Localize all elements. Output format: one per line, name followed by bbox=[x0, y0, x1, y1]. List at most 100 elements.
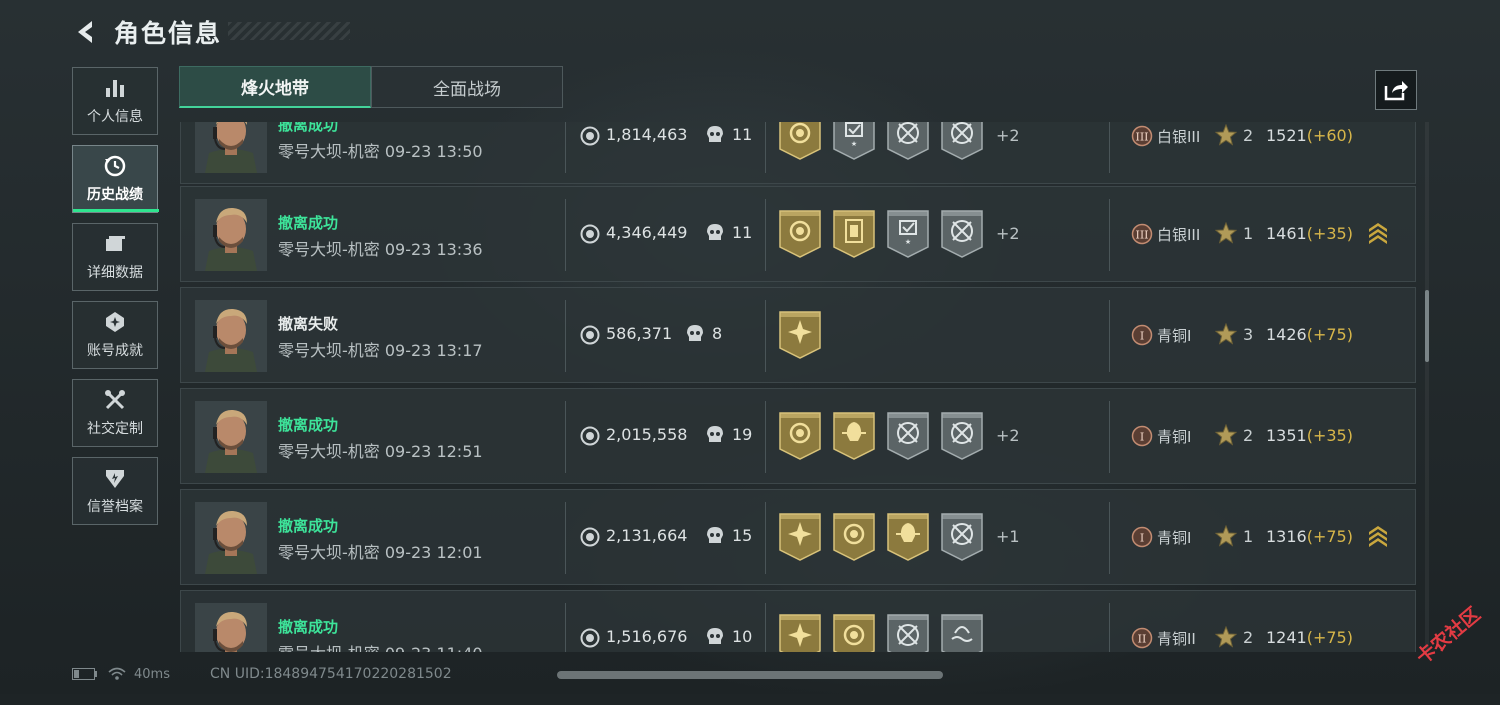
tab-battle-zone[interactable]: 烽火地带 bbox=[179, 66, 371, 108]
achievement-icon bbox=[106, 312, 124, 332]
more-medals-count[interactable]: +2 bbox=[996, 224, 1020, 243]
match-value: 586,371 bbox=[606, 324, 673, 343]
rank-label: 白银III bbox=[1157, 128, 1201, 146]
shield-badge-icon bbox=[106, 470, 124, 488]
rank-icon: III bbox=[1131, 125, 1153, 147]
rank-score: 1241(+75) bbox=[1266, 628, 1353, 647]
star-icon bbox=[1214, 625, 1238, 648]
sidebar-item-personal-info[interactable]: 个人信息 bbox=[72, 67, 158, 135]
medal-gold-circle-icon[interactable] bbox=[778, 411, 822, 461]
match-row[interactable]: 撤离失败 零号大坝-机密 09-23 13:17 586,371 8 I 青铜I 3 1426… bbox=[180, 287, 1416, 383]
match-value: 4,346,449 bbox=[606, 223, 688, 242]
medal-grey-target-icon[interactable] bbox=[886, 411, 930, 461]
battery-icon bbox=[72, 668, 97, 680]
skull-icon bbox=[706, 223, 724, 243]
medal-gold-circle-icon[interactable] bbox=[832, 512, 876, 562]
medal-gold-sun-icon[interactable] bbox=[778, 613, 822, 652]
more-medals-count[interactable]: +1 bbox=[996, 527, 1020, 546]
more-medals-count[interactable]: +2 bbox=[996, 426, 1020, 445]
score-value: 1316 bbox=[1266, 527, 1307, 546]
medal-grey-target-icon[interactable] bbox=[940, 209, 984, 259]
medal-gold-circle-icon[interactable] bbox=[778, 209, 822, 259]
score-delta: (+75) bbox=[1306, 628, 1353, 647]
match-map-time: 零号大坝-机密 09-23 11:40 bbox=[278, 640, 483, 652]
svg-text:I: I bbox=[1140, 330, 1144, 343]
divider bbox=[765, 502, 766, 574]
match-kills: 8 bbox=[712, 324, 723, 343]
divider bbox=[765, 300, 766, 372]
skull-icon bbox=[706, 125, 724, 145]
star-icon bbox=[1214, 123, 1238, 146]
back-arrow-icon[interactable] bbox=[72, 18, 100, 46]
more-medals-count[interactable]: +2 bbox=[996, 126, 1020, 145]
medal-gold-sun-icon[interactable] bbox=[778, 310, 822, 360]
cards-icon bbox=[106, 236, 125, 251]
svg-text:III: III bbox=[1135, 131, 1148, 144]
medal-gold-card-icon[interactable] bbox=[832, 209, 876, 259]
match-row[interactable]: 撤离成功 零号大坝-机密 09-23 13:50 1,814,463 11 ★ +2 III… bbox=[180, 122, 1416, 184]
match-result: 撤离失败 bbox=[278, 315, 339, 333]
svg-text:III: III bbox=[1135, 229, 1148, 242]
match-result: 撤离成功 bbox=[278, 416, 339, 434]
score-delta: (+35) bbox=[1306, 224, 1353, 243]
rank-label: 青铜I bbox=[1157, 529, 1192, 547]
rank-score: 1351(+35) bbox=[1266, 426, 1353, 445]
match-row[interactable]: 撤离成功 零号大坝-机密 09-23 13:36 4,346,449 11 ★ +2 III… bbox=[180, 186, 1416, 282]
star-icon bbox=[1214, 221, 1238, 244]
sidebar-item-credit[interactable]: 信誉档案 bbox=[72, 457, 158, 525]
match-kills: 11 bbox=[732, 223, 753, 242]
share-button[interactable] bbox=[1375, 70, 1417, 110]
match-history-list[interactable]: 撤离成功 零号大坝-机密 09-23 13:50 1,814,463 11 ★ +2 III… bbox=[179, 122, 1417, 652]
medal-grey-flag-icon[interactable]: ★ bbox=[886, 209, 930, 259]
medal-grey-flag-icon[interactable]: ★ bbox=[832, 122, 876, 161]
score-value: 1521 bbox=[1266, 126, 1307, 145]
medal-grey-target-icon[interactable] bbox=[940, 122, 984, 161]
medal-grey-target-icon[interactable] bbox=[940, 411, 984, 461]
scrollbar-thumb[interactable] bbox=[1425, 290, 1429, 362]
match-row[interactable]: 撤离成功 零号大坝-机密 09-23 12:01 2,131,664 15 +1 I 青铜I… bbox=[180, 489, 1416, 585]
uid-text: CN UID:184894754170220281502 bbox=[210, 666, 452, 682]
medal-gold-helmet-icon[interactable] bbox=[886, 512, 930, 562]
match-map-time: 零号大坝-机密 09-23 13:36 bbox=[278, 240, 483, 259]
score-value: 1426 bbox=[1266, 325, 1307, 344]
rank-label: 青铜II bbox=[1157, 630, 1196, 648]
medal-grey-target-icon[interactable] bbox=[886, 122, 930, 161]
tab-full-battlefield[interactable]: 全面战场 bbox=[371, 66, 563, 108]
svg-text:II: II bbox=[1138, 633, 1147, 646]
bar-chart-icon bbox=[106, 80, 124, 97]
medal-gold-sun-icon[interactable] bbox=[778, 512, 822, 562]
star-count: 2 bbox=[1243, 628, 1254, 647]
coin-icon bbox=[580, 325, 600, 345]
sidebar-item-details[interactable]: 详细数据 bbox=[72, 223, 158, 291]
match-row[interactable]: 撤离成功零号大坝-机密 09-23 11:40 1,516,676 10 II 青铜II… bbox=[180, 590, 1416, 652]
star-icon bbox=[1214, 423, 1238, 446]
divider bbox=[765, 122, 766, 173]
sidebar-item-label: 信誉档案 bbox=[87, 499, 143, 515]
sidebar-item-social[interactable]: 社交定制 bbox=[72, 379, 158, 447]
svg-text:I: I bbox=[1140, 532, 1144, 545]
scrollbar-track[interactable] bbox=[1425, 122, 1429, 652]
medal-grey-target-icon[interactable] bbox=[940, 512, 984, 562]
star-icon bbox=[1214, 524, 1238, 547]
match-row[interactable]: 撤离成功 零号大坝-机密 09-23 12:51 2,015,558 19 +2 I 青铜I… bbox=[180, 388, 1416, 484]
rank-up-chevron-icon bbox=[1367, 524, 1389, 548]
medal-gold-circle-icon[interactable] bbox=[832, 613, 876, 652]
svg-text:★: ★ bbox=[851, 140, 857, 148]
medal-grey-target-icon[interactable] bbox=[886, 613, 930, 652]
medal-list bbox=[778, 411, 994, 461]
rank-score: 1426(+75) bbox=[1266, 325, 1353, 344]
star-count: 1 bbox=[1243, 224, 1254, 243]
medal-gold-circle-icon[interactable] bbox=[778, 122, 822, 161]
rank-icon: III bbox=[1131, 223, 1153, 245]
sidebar-item-achievements[interactable]: 账号成就 bbox=[72, 301, 158, 369]
home-indicator[interactable] bbox=[557, 671, 943, 679]
match-result: 撤离成功 bbox=[278, 517, 339, 535]
divider bbox=[1109, 300, 1110, 372]
medal-list bbox=[778, 512, 994, 562]
rank-score: 1521(+60) bbox=[1266, 126, 1353, 145]
sidebar-item-label: 详细数据 bbox=[87, 265, 143, 281]
divider bbox=[565, 199, 566, 271]
sidebar-item-history[interactable]: 历史战绩 bbox=[72, 145, 159, 213]
medal-grey-wave-icon[interactable] bbox=[940, 613, 984, 652]
medal-gold-helmet-icon[interactable] bbox=[832, 411, 876, 461]
